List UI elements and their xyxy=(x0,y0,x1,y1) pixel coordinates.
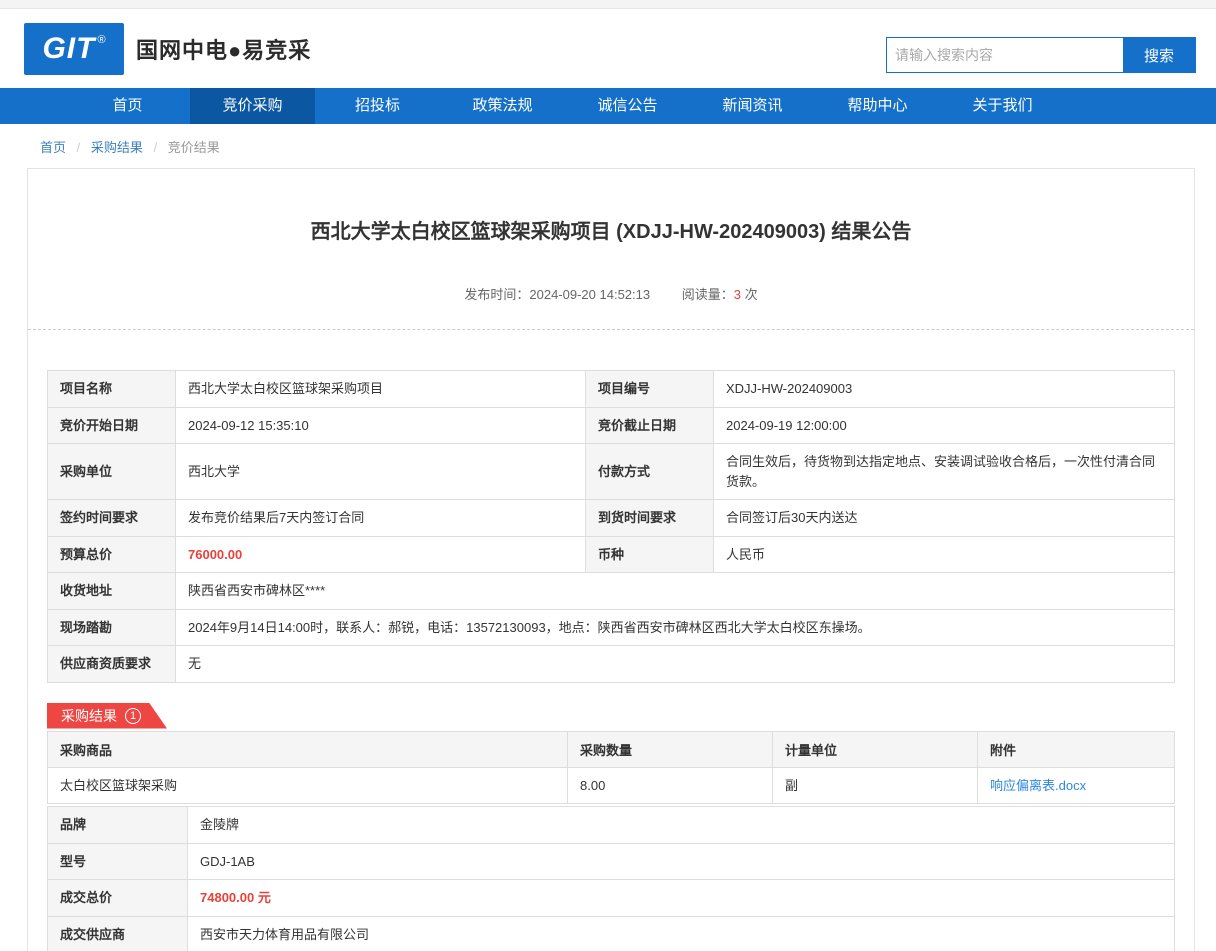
detail-label-brand: 品牌 xyxy=(48,807,188,844)
publish-time: 发布时间：2024-09-20 14:52:13 xyxy=(464,287,650,302)
column-header-product: 采购商品 xyxy=(48,731,568,767)
registered-mark-icon: ® xyxy=(97,34,105,46)
info-label-currency: 币种 xyxy=(586,536,714,573)
article-meta: 发布时间：2024-09-20 14:52:13 阅读量：3 次 xyxy=(28,284,1194,303)
site-brand-title: 国网中电●易竞采 xyxy=(136,33,311,65)
info-value-purchaser: 西北大学 xyxy=(176,444,586,500)
info-label-purchaser: 采购单位 xyxy=(48,444,176,500)
procurement-result-badge: 采购结果 1 xyxy=(47,703,167,729)
page-title: 西北大学太白校区篮球架采购项目 (XDJJ-HW-202409003) 结果公告 xyxy=(28,215,1194,244)
info-value-delivery-address: 陕西省西安市碑林区**** xyxy=(176,573,1175,610)
nav-item-about-us[interactable]: 关于我们 xyxy=(940,88,1065,124)
site-header: GIT ® 国网中电●易竞采 搜索 xyxy=(0,9,1216,88)
result-product: 太白校区篮球架采购 xyxy=(48,767,568,804)
result-count-badge: 1 xyxy=(125,708,141,724)
nav-item-news[interactable]: 新闻资讯 xyxy=(690,88,815,124)
table-row: 竞价开始日期 2024-09-12 15:35:10 竞价截止日期 2024-0… xyxy=(48,407,1175,444)
table-row: 现场踏勘 2024年9月14日14:00时，联系人：郝锐，电话：13572130… xyxy=(48,609,1175,646)
detail-value-winning-supplier: 西安市天力体育用品有限公司 xyxy=(188,916,1175,951)
column-header-unit: 计量单位 xyxy=(773,731,978,767)
info-label-payment-method: 付款方式 xyxy=(586,444,714,500)
logo-git-box: GIT ® xyxy=(24,23,124,75)
info-label-delivery-time: 到货时间要求 xyxy=(586,500,714,537)
result-detail-table: 品牌 金陵牌 型号 GDJ-1AB 成交总价 74800.00 元 成交供应商 … xyxy=(47,806,1175,951)
info-value-start-date: 2024-09-12 15:35:10 xyxy=(176,407,586,444)
table-row: 项目名称 西北大学太白校区篮球架采购项目 项目编号 XDJJ-HW-202409… xyxy=(48,371,1175,408)
column-header-attachment: 附件 xyxy=(978,731,1175,767)
table-row: 太白校区篮球架采购 8.00 副 响应偏离表.docx xyxy=(48,767,1175,804)
table-row: 品牌 金陵牌 xyxy=(48,807,1175,844)
info-value-supplier-qualification: 无 xyxy=(176,646,1175,683)
breadcrumb-separator: / xyxy=(154,140,158,155)
table-row: 收货地址 陕西省西安市碑林区**** xyxy=(48,573,1175,610)
detail-value-brand: 金陵牌 xyxy=(188,807,1175,844)
info-value-project-name: 西北大学太白校区篮球架采购项目 xyxy=(176,371,586,408)
search-button[interactable]: 搜索 xyxy=(1123,38,1195,72)
info-label-signing-time: 签约时间要求 xyxy=(48,500,176,537)
breadcrumb: 首页 / 采购结果 / 竞价结果 xyxy=(0,124,1216,164)
panel-body: 项目名称 西北大学太白校区篮球架采购项目 项目编号 XDJJ-HW-202409… xyxy=(28,370,1194,951)
detail-value-model: GDJ-1AB xyxy=(188,843,1175,880)
publish-time-value: 2024-09-20 14:52:13 xyxy=(529,287,650,302)
info-label-supplier-qualification: 供应商资质要求 xyxy=(48,646,176,683)
search-input[interactable] xyxy=(887,38,1123,72)
nav-item-bidding-procurement[interactable]: 竞价采购 xyxy=(190,88,315,124)
nav-item-integrity-notice[interactable]: 诚信公告 xyxy=(565,88,690,124)
detail-label-winning-supplier: 成交供应商 xyxy=(48,916,188,951)
info-value-payment-method: 合同生效后，待货物到达指定地点、安装调试验收合格后，一次性付清合同货款。 xyxy=(714,444,1175,500)
info-label-project-number: 项目编号 xyxy=(586,371,714,408)
table-row: 成交总价 74800.00 元 xyxy=(48,880,1175,917)
result-badge-label: 采购结果 xyxy=(61,706,117,726)
top-strip xyxy=(0,0,1216,9)
attachment-link[interactable]: 响应偏离表.docx xyxy=(990,778,1086,793)
result-unit: 副 xyxy=(773,767,978,804)
info-value-project-number: XDJJ-HW-202409003 xyxy=(714,371,1175,408)
info-label-delivery-address: 收货地址 xyxy=(48,573,176,610)
nav-item-home[interactable]: 首页 xyxy=(65,88,190,124)
table-row: 预算总价 76000.00 币种 人民币 xyxy=(48,536,1175,573)
nav-item-policies[interactable]: 政策法规 xyxy=(440,88,565,124)
view-count-value: 3 xyxy=(734,287,741,302)
view-count-label: 阅读量： xyxy=(682,287,734,302)
info-value-budget-total: 76000.00 xyxy=(176,536,586,573)
logo-text: GIT xyxy=(42,32,95,66)
view-count: 阅读量：3 次 xyxy=(682,287,758,302)
logo[interactable]: GIT ® 国网中电●易竞采 xyxy=(24,23,311,75)
info-value-currency: 人民币 xyxy=(714,536,1175,573)
table-row: 型号 GDJ-1AB xyxy=(48,843,1175,880)
breadcrumb-procurement-results[interactable]: 采购结果 xyxy=(91,140,143,155)
divider xyxy=(28,329,1194,330)
column-header-quantity: 采购数量 xyxy=(568,731,773,767)
breadcrumb-separator: / xyxy=(77,140,81,155)
view-count-unit: 次 xyxy=(745,287,758,302)
search-group: 搜索 xyxy=(886,37,1196,73)
info-label-budget-total: 预算总价 xyxy=(48,536,176,573)
detail-label-model: 型号 xyxy=(48,843,188,880)
info-label-project-name: 项目名称 xyxy=(48,371,176,408)
main-nav: 首页 竞价采购 招投标 政策法规 诚信公告 新闻资讯 帮助中心 关于我们 xyxy=(0,88,1216,124)
table-row: 签约时间要求 发布竞价结果后7天内签订合同 到货时间要求 合同签订后30天内送达 xyxy=(48,500,1175,537)
info-value-signing-time: 发布竞价结果后7天内签订合同 xyxy=(176,500,586,537)
table-row: 供应商资质要求 无 xyxy=(48,646,1175,683)
nav-item-tendering[interactable]: 招投标 xyxy=(315,88,440,124)
detail-label-final-price: 成交总价 xyxy=(48,880,188,917)
result-items-table: 采购商品 采购数量 计量单位 附件 太白校区篮球架采购 8.00 副 响应偏离表… xyxy=(47,731,1175,805)
publish-time-label: 发布时间： xyxy=(464,287,529,302)
project-info-table: 项目名称 西北大学太白校区篮球架采购项目 项目编号 XDJJ-HW-202409… xyxy=(47,370,1175,683)
breadcrumb-home[interactable]: 首页 xyxy=(40,140,66,155)
nav-item-help-center[interactable]: 帮助中心 xyxy=(815,88,940,124)
result-quantity: 8.00 xyxy=(568,767,773,804)
breadcrumb-current: 竞价结果 xyxy=(168,140,220,155)
info-label-end-date: 竞价截止日期 xyxy=(586,407,714,444)
info-label-site-survey: 现场踏勘 xyxy=(48,609,176,646)
info-value-site-survey: 2024年9月14日14:00时，联系人：郝锐，电话：13572130093，地… xyxy=(176,609,1175,646)
info-value-end-date: 2024-09-19 12:00:00 xyxy=(714,407,1175,444)
detail-value-final-price: 74800.00 元 xyxy=(188,880,1175,917)
table-header-row: 采购商品 采购数量 计量单位 附件 xyxy=(48,731,1175,767)
info-label-start-date: 竞价开始日期 xyxy=(48,407,176,444)
table-row: 成交供应商 西安市天力体育用品有限公司 xyxy=(48,916,1175,951)
table-row: 采购单位 西北大学 付款方式 合同生效后，待货物到达指定地点、安装调试验收合格后… xyxy=(48,444,1175,500)
info-value-delivery-time: 合同签订后30天内送达 xyxy=(714,500,1175,537)
content-panel: 西北大学太白校区篮球架采购项目 (XDJJ-HW-202409003) 结果公告… xyxy=(27,168,1195,951)
